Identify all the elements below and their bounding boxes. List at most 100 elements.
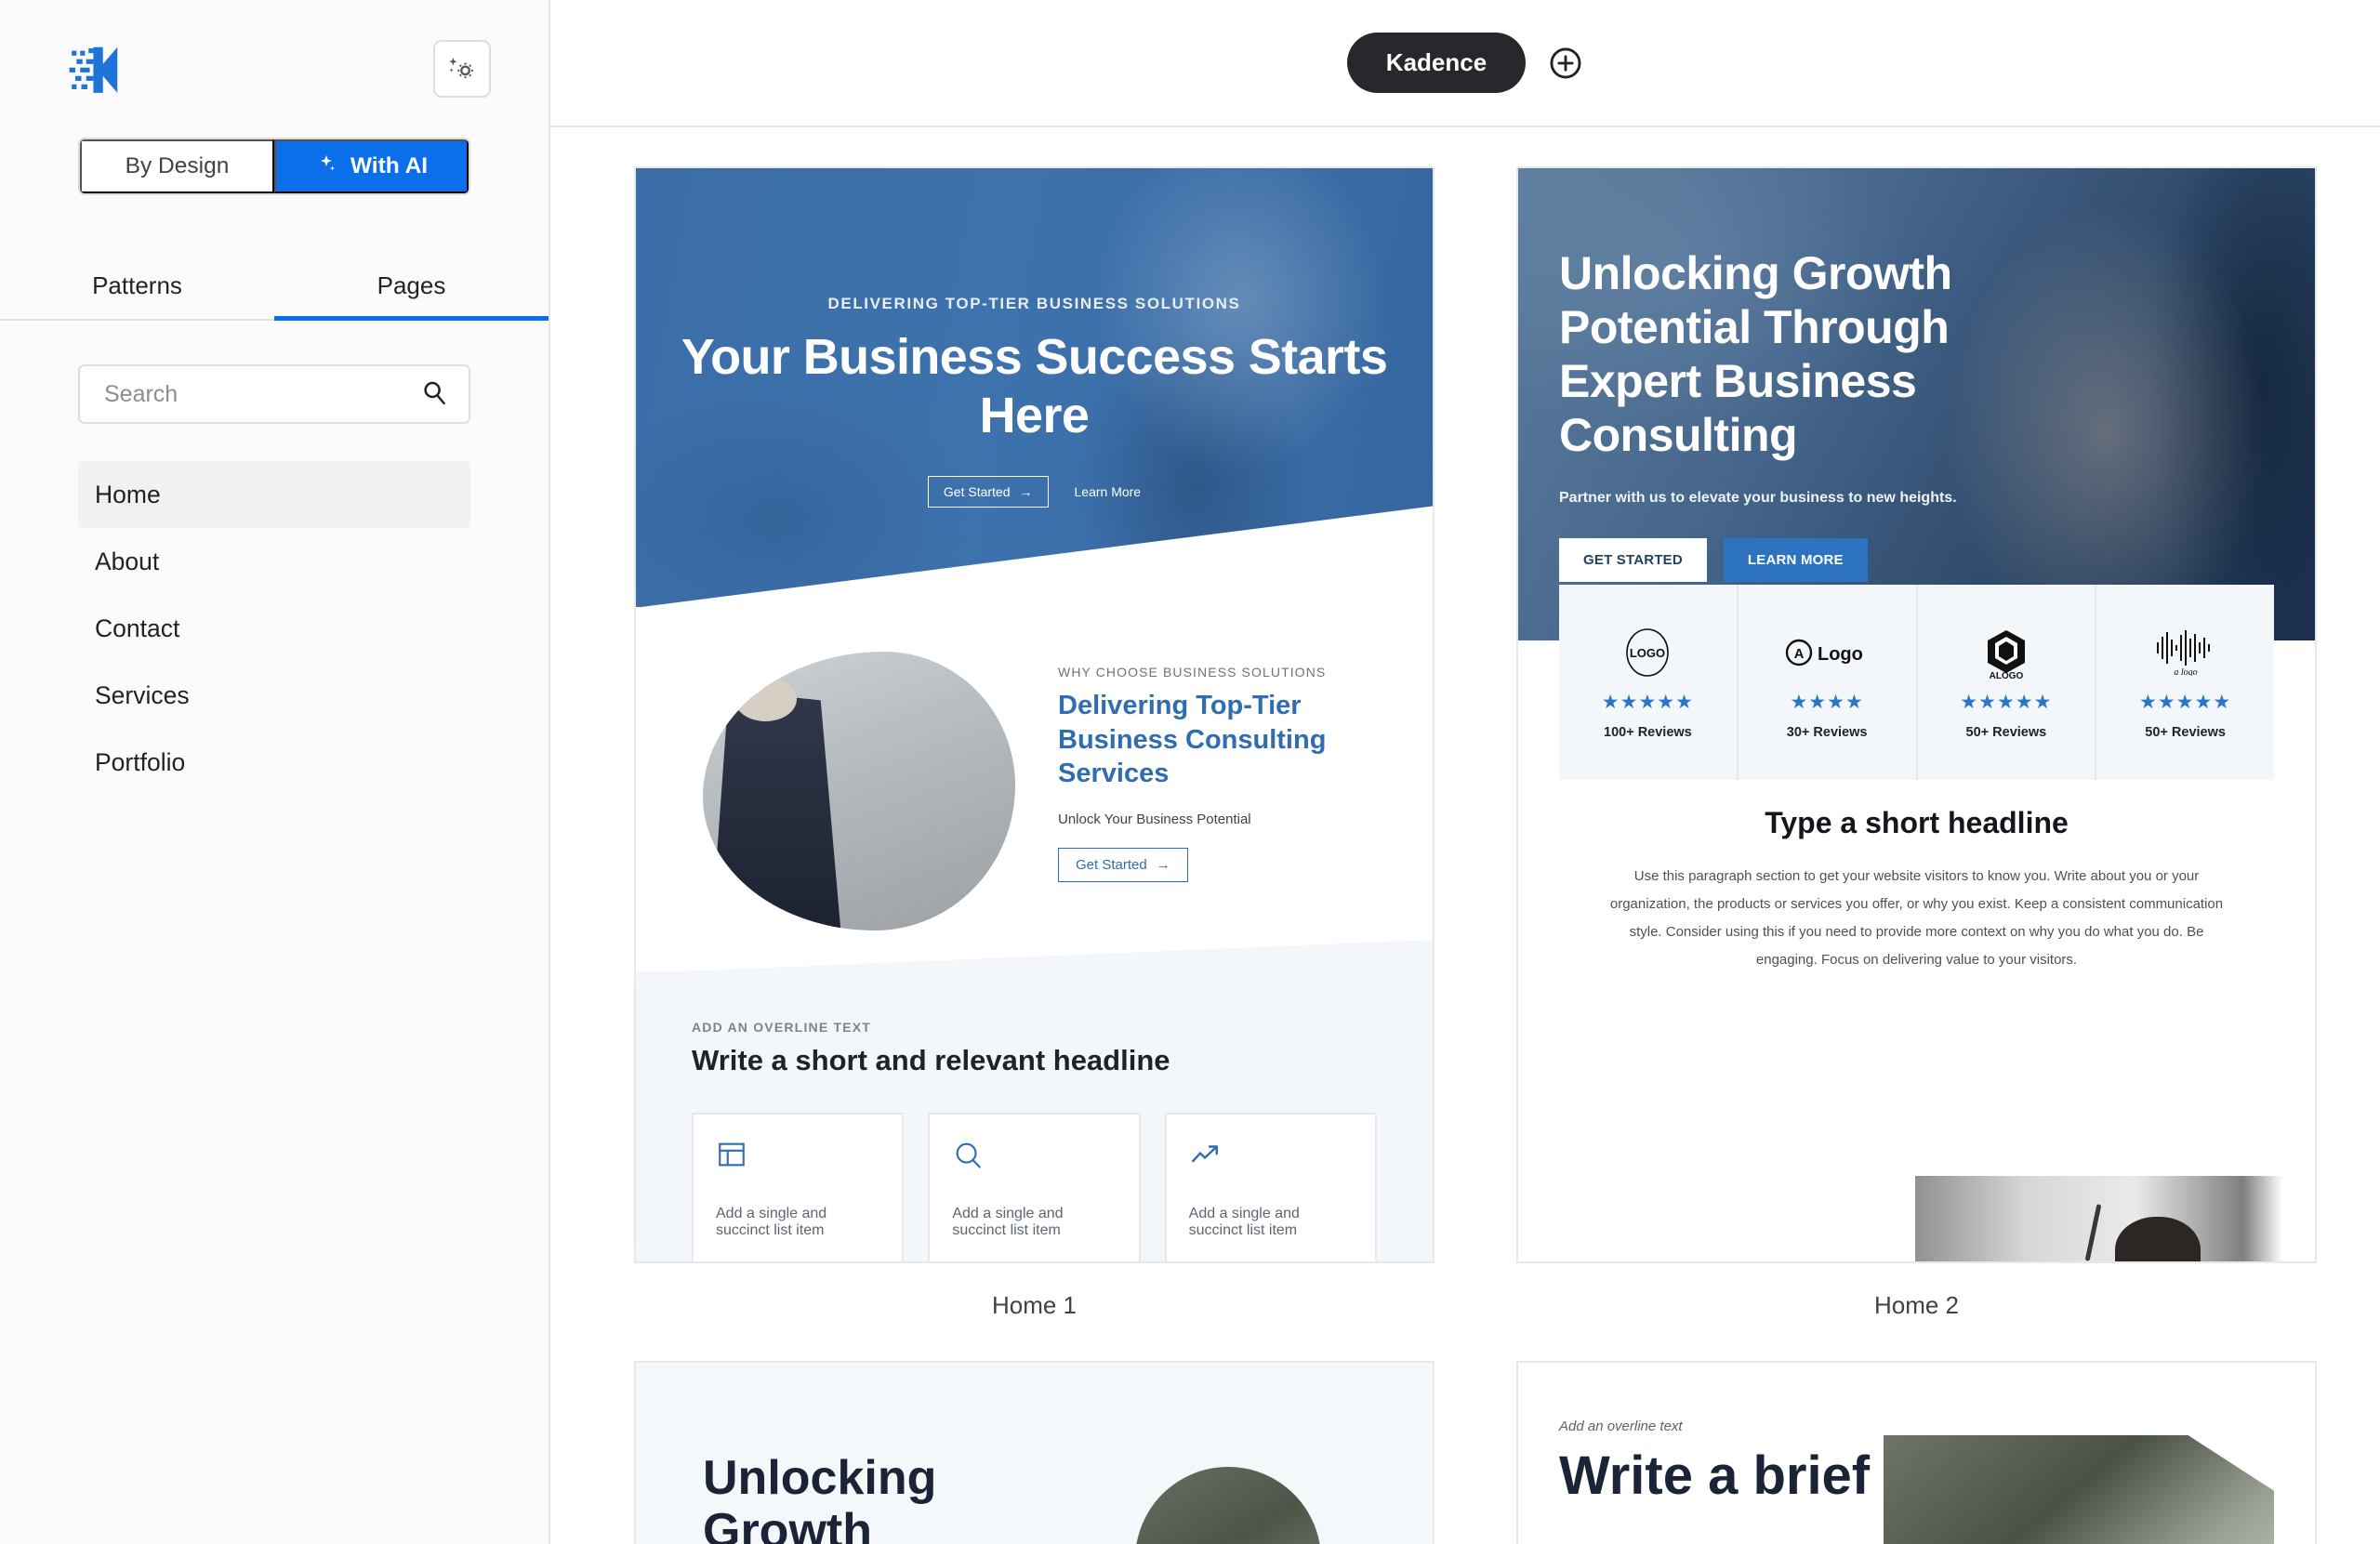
h2-logo-cell: ALOGO ★★★★★ 50+ Reviews <box>1918 585 2097 780</box>
style-pill-kadence[interactable]: Kadence <box>1346 33 1527 93</box>
h1-bottom-headline: Write a short and relevant headline <box>692 1044 1170 1076</box>
waveform-logo-icon: a logo <box>2153 626 2218 680</box>
h2-review-count: 30+ Reviews <box>1786 724 1868 740</box>
h2-hero-section: Unlocking Growth Potential Through Exper… <box>1518 168 2315 640</box>
h2-star-rating: ★★★★ <box>1790 691 1864 713</box>
h1-feature-cards: Add a single and succinct list item Add … <box>692 1113 1377 1261</box>
h2-body-paragraph: Use this paragraph section to get your w… <box>1609 868 2224 968</box>
preview-label-home-2: Home 2 <box>1873 1291 1960 1319</box>
h1-hero-section: DELIVERING TOP-TIER BUSINESS SOLUTIONS Y… <box>636 168 1433 607</box>
svg-text:A: A <box>1794 646 1805 662</box>
arrow-right-icon: → <box>1156 856 1170 873</box>
h1-hero-overline: DELIVERING TOP-TIER BUSINESS SOLUTIONS <box>827 295 1241 312</box>
ai-settings-button[interactable] <box>433 40 491 98</box>
cube-logo-icon: ALOGO <box>1979 626 2033 680</box>
preview-thumbnail-row2-right[interactable]: Add an overline text Write a brief <box>1516 1361 2317 1544</box>
sidebar-tabs: Patterns Pages <box>0 252 549 321</box>
h1-hero-secondary-cta[interactable]: Learn More <box>1075 484 1142 499</box>
h1-feature-card-text: Add a single and succinct list item <box>716 1206 827 1238</box>
sidebar: By Design With AI Patterns Pages Search … <box>0 0 550 1544</box>
search-input[interactable] <box>104 380 420 408</box>
h2-logo-cell: LOGO ★★★★★ 100+ Reviews <box>1559 585 1739 780</box>
svg-text:LOGO: LOGO <box>1630 646 1665 660</box>
h2-star-rating: ★★★★★ <box>2139 691 2232 713</box>
h2-logo-review-strip: LOGO ★★★★★ 100+ Reviews A Logo ★★★★ 30+ … <box>1559 585 2274 780</box>
h2-bottom-image <box>1915 1176 2315 1261</box>
with-ai-label: With AI <box>350 153 429 178</box>
h2-hero-primary-cta[interactable]: GET STARTED <box>1559 538 1707 582</box>
h2-star-rating: ★★★★★ <box>1601 691 1694 713</box>
row2-right-overline: Add an overline text <box>1559 1419 1683 1434</box>
preview-card-home-2[interactable]: Unlocking Growth Potential Through Exper… <box>1516 166 2317 1361</box>
search-section <box>0 321 549 424</box>
add-style-button[interactable] <box>1548 46 1583 81</box>
h1-bottom-section: ADD AN OVERLINE TEXT Write a short and r… <box>636 971 1433 1261</box>
sidebar-item-label: Home <box>95 480 161 508</box>
h1-feature-card[interactable]: Add a single and succinct list item <box>928 1113 1141 1261</box>
with-ai-button[interactable]: With AI <box>274 139 469 193</box>
preview-card-row2-right[interactable]: Add an overline text Write a brief <box>1516 1361 2317 1544</box>
preview-card-home-1[interactable]: DELIVERING TOP-TIER BUSINESS SOLUTIONS Y… <box>634 166 1435 1361</box>
h1-mid-cta[interactable]: Get Started → <box>1058 847 1188 882</box>
trending-up-icon <box>1189 1139 1353 1178</box>
h2-logo-cell: A Logo ★★★★ 30+ Reviews <box>1739 585 1918 780</box>
svg-text:a logo: a logo <box>2174 667 2197 676</box>
sidebar-item-label: About <box>95 547 160 575</box>
preview-card-row2-left[interactable]: Unlocking Growth <box>634 1361 1435 1544</box>
kadence-logo-icon <box>67 40 125 98</box>
search-icon <box>952 1139 1116 1178</box>
h2-review-count: 50+ Reviews <box>1965 724 2047 740</box>
svg-text:ALOGO: ALOGO <box>1990 671 2024 680</box>
sidebar-item-contact[interactable]: Contact <box>78 595 470 662</box>
by-design-button[interactable]: By Design <box>80 139 274 193</box>
h2-logo-cell: a logo ★★★★★ 50+ Reviews <box>2096 585 2274 780</box>
h2-hero-ctas: GET STARTED LEARN MORE <box>1559 538 2315 582</box>
h1-bottom-overline: ADD AN OVERLINE TEXT <box>692 1020 872 1035</box>
layout-icon <box>716 1139 879 1178</box>
oval-logo-icon: LOGO <box>1620 626 1675 680</box>
tab-patterns[interactable]: Patterns <box>0 252 274 319</box>
sidebar-item-home[interactable]: Home <box>78 461 470 528</box>
h1-hero-primary-cta-label: Get Started <box>943 484 1011 500</box>
h2-hero-subtext: Partner with us to elevate your business… <box>1559 490 1957 506</box>
plus-circle-icon <box>1548 46 1583 81</box>
h1-mid-overline: WHY CHOOSE BUSINESS SOLUTIONS <box>1058 665 1327 680</box>
tab-pages[interactable]: Pages <box>274 252 549 321</box>
h1-feature-card[interactable]: Add a single and succinct list item <box>1164 1113 1377 1261</box>
sparkle-icon <box>315 152 337 181</box>
h1-mid-cta-label: Get Started <box>1076 856 1147 873</box>
sidebar-item-portfolio[interactable]: Portfolio <box>78 729 470 796</box>
h1-feature-card-text: Add a single and succinct list item <box>952 1206 1064 1238</box>
tab-pages-label: Pages <box>377 271 446 299</box>
h2-hero-headline: Unlocking Growth Potential Through Exper… <box>1559 247 1952 461</box>
sidebar-item-label: Contact <box>95 614 180 642</box>
search-box[interactable] <box>78 364 470 424</box>
search-icon[interactable] <box>420 378 448 411</box>
app-root: By Design With AI Patterns Pages Search … <box>0 0 2380 1544</box>
preview-label-home-1: Home 1 <box>991 1291 1078 1319</box>
h2-star-rating: ★★★★★ <box>1960 691 2053 713</box>
sidebar-item-label: Portfolio <box>95 747 186 776</box>
top-toolbar: Kadence <box>550 0 2380 127</box>
circle-a-logo-icon: A Logo <box>1782 626 1871 680</box>
preview-thumbnail-home-2[interactable]: Unlocking Growth Potential Through Exper… <box>1516 166 2317 1263</box>
h2-hero-secondary-cta[interactable]: LEARN MORE <box>1723 538 1868 582</box>
pages-nav-list: Home About Contact Services Portfolio <box>0 461 549 796</box>
h2-body-headline: Type a short headline <box>1765 806 2069 839</box>
preview-thumbnail-row2-left[interactable]: Unlocking Growth <box>634 1361 1435 1544</box>
style-pill-label: Kadence <box>1385 48 1488 76</box>
row2-left-headline: Unlocking Growth <box>703 1451 937 1544</box>
preview-thumbnail-home-1[interactable]: DELIVERING TOP-TIER BUSINESS SOLUTIONS Y… <box>634 166 1435 1263</box>
svg-text:Logo: Logo <box>1818 644 1863 665</box>
sidebar-item-about[interactable]: About <box>78 528 470 595</box>
main-area: Kadence DELIVERING TOP-TIER BUSINESS SOL… <box>550 0 2380 1544</box>
previews-canvas[interactable]: DELIVERING TOP-TIER BUSINESS SOLUTIONS Y… <box>550 127 2380 1544</box>
h1-feature-card-text: Add a single and succinct list item <box>1188 1206 1300 1238</box>
sidebar-item-services[interactable]: Services <box>78 662 470 729</box>
sidebar-header <box>0 0 549 138</box>
row2-left-image <box>1135 1467 1321 1544</box>
h1-feature-card[interactable]: Add a single and succinct list item <box>692 1113 905 1261</box>
h1-mid-image <box>703 652 1015 930</box>
sidebar-item-label: Services <box>95 680 190 709</box>
h1-hero-primary-cta[interactable]: Get Started → <box>927 476 1049 508</box>
